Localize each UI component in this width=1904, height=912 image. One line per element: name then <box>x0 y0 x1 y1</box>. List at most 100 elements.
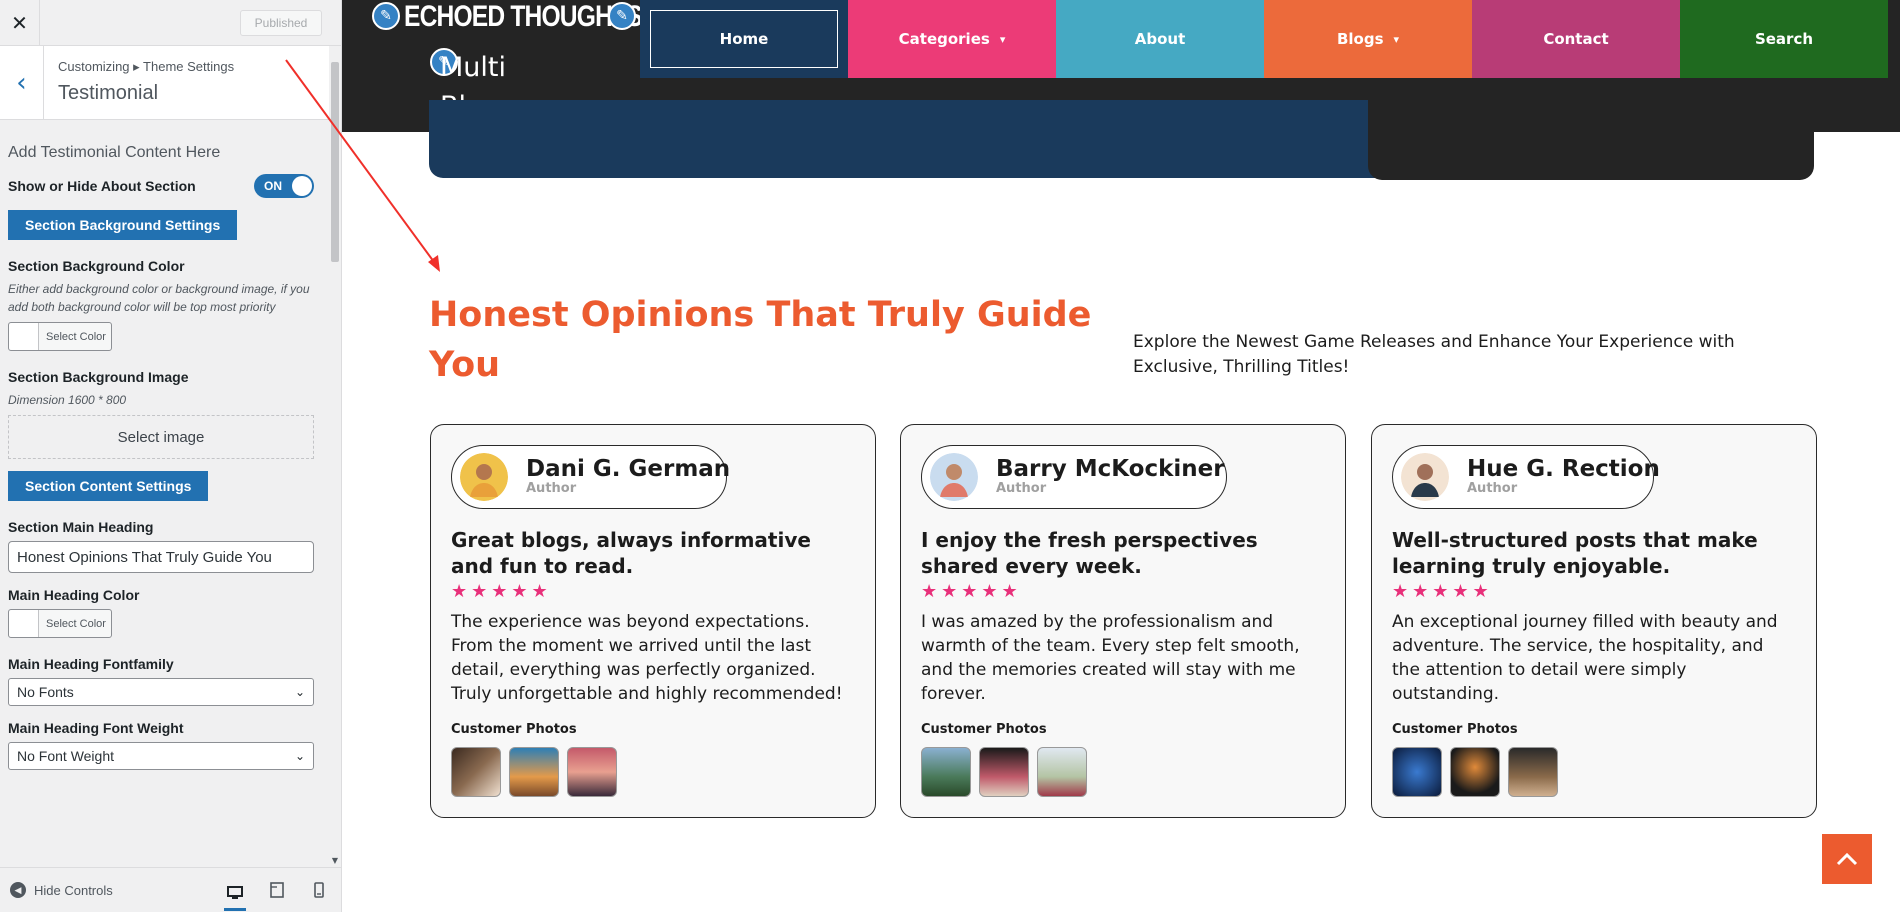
section-background-settings-button[interactable]: Section Background Settings <box>8 210 238 240</box>
edit-nav-pencil-icon[interactable]: ✎ <box>608 2 636 30</box>
nav-item-contact[interactable]: Contact <box>1472 0 1680 78</box>
customer-photo[interactable] <box>1037 747 1087 797</box>
nav-label: About <box>1134 30 1186 48</box>
preview-desktop-button[interactable] <box>224 878 246 911</box>
hide-controls-label: Hide Controls <box>34 882 113 898</box>
main-heading-font-weight-select[interactable]: No Font Weight ⌄ <box>8 742 314 770</box>
testimonial-card: Dani G. German Author Great blogs, alway… <box>430 424 876 818</box>
customer-photos-label: Customer Photos <box>921 722 1047 737</box>
testimonial-heading: Honest Opinions That Truly Guide You <box>429 295 1092 385</box>
nav-item-home[interactable]: Home <box>640 0 848 78</box>
chevron-down-icon: ⌄ <box>294 685 305 699</box>
show-hide-toggle[interactable]: ON <box>254 174 314 198</box>
section-content-settings-button[interactable]: Section Content Settings <box>8 471 209 501</box>
preview-tablet-button[interactable] <box>266 880 288 900</box>
color-swatch <box>9 323 39 350</box>
main-heading-label: Section Main Heading <box>8 519 154 535</box>
customer-photo[interactable] <box>979 747 1029 797</box>
star-rating: ★★★★★ <box>1392 581 1493 602</box>
scroll-down-arrow-icon[interactable]: ▼ <box>331 856 339 866</box>
chevron-left-icon: ‹ <box>16 68 27 98</box>
back-button[interactable]: ‹ <box>0 46 44 120</box>
testimonial-title: Well-structured posts that make learning… <box>1392 528 1758 578</box>
select-value: No Fonts <box>17 684 74 700</box>
desktop-icon <box>227 886 243 899</box>
customer-photo[interactable] <box>1508 747 1558 797</box>
author-role: Author <box>1467 481 1518 496</box>
author-role: Author <box>526 481 577 496</box>
close-customizer-button[interactable]: ✕ <box>0 0 40 45</box>
customer-photo[interactable] <box>1392 747 1442 797</box>
chevron-down-icon: ▾ <box>1393 32 1400 46</box>
customizer-sidebar: ✕ Published ‹ Customizing ▸ Theme Settin… <box>0 0 342 912</box>
customizer-header-bar: ✕ Published <box>0 0 341 46</box>
nav-label: Contact <box>1543 30 1609 48</box>
collapse-icon: ◀ <box>10 882 26 898</box>
testimonial-text: I was amazed by the professionalism and … <box>921 612 1300 704</box>
customer-photo[interactable] <box>1450 747 1500 797</box>
site-title[interactable]: ECHOED THOUGHTS <box>404 0 643 34</box>
nav-label: Search <box>1754 30 1814 48</box>
main-heading-input[interactable]: Honest Opinions That Truly Guide You <box>8 541 314 573</box>
main-navigation: Home Categories ▾ About Blogs ▾ Contact … <box>640 0 1888 78</box>
published-button[interactable]: Published <box>240 10 322 36</box>
intro-text: Add Testimonial Content Here <box>8 144 221 161</box>
nav-item-search[interactable]: Search <box>1680 0 1888 78</box>
avatar <box>1401 453 1449 501</box>
active-border <box>650 10 838 68</box>
color-swatch <box>9 610 39 637</box>
customer-photos-label: Customer Photos <box>1392 722 1518 737</box>
author-name: Hue G. Rection <box>1467 456 1660 482</box>
scrollbar-thumb[interactable] <box>331 62 339 262</box>
bg-color-picker-button[interactable]: Select Color <box>8 322 112 351</box>
preview-mobile-button[interactable] <box>308 880 330 900</box>
avatar <box>930 453 978 501</box>
hide-controls-button[interactable]: ◀ Hide Controls <box>10 882 113 898</box>
customer-photos-label: Customer Photos <box>451 722 577 737</box>
previous-section-card-dark <box>1368 100 1814 180</box>
author-name: Barry McKockiner <box>996 456 1225 482</box>
author-name: Dani G. German <box>526 456 731 482</box>
testimonial-title: Great blogs, always informative and fun … <box>451 528 811 578</box>
main-heading-fontfamily-select[interactable]: No Fonts ⌄ <box>8 678 314 706</box>
customer-photos <box>921 747 1325 797</box>
scroll-to-top-button[interactable] <box>1822 834 1872 884</box>
star-rating: ★★★★★ <box>921 581 1022 602</box>
testimonial-card: Barry McKockiner Author I enjoy the fres… <box>900 424 1346 818</box>
author-pill: Hue G. Rection Author <box>1392 445 1660 509</box>
toggle-knob <box>292 176 312 196</box>
show-hide-row: Show or Hide About Section ON <box>8 174 314 198</box>
author-pill: Dani G. German Author <box>451 445 731 509</box>
bg-image-label: Section Background Image <box>8 369 189 385</box>
customer-photo[interactable] <box>509 747 559 797</box>
nav-label: Blogs <box>1336 30 1384 48</box>
star-rating: ★★★★★ <box>451 581 552 602</box>
site-preview: ECHOED THOUGHTS ✎ ✎ ✎ Multi Blogger Home… <box>342 0 1904 912</box>
edit-site-title-pencil-icon[interactable]: ✎ <box>372 2 400 30</box>
customer-photo[interactable] <box>451 747 501 797</box>
customer-photo[interactable] <box>567 747 617 797</box>
customizer-controls: Add Testimonial Content Here Show or Hid… <box>8 120 314 770</box>
author-role: Author <box>996 481 1047 496</box>
customer-photo[interactable] <box>921 747 971 797</box>
toggle-state-text: ON <box>264 179 282 193</box>
chevron-down-icon: ▾ <box>999 32 1006 46</box>
sidebar-scrollbar[interactable]: ▼ <box>329 46 341 866</box>
main-heading-color-picker-button[interactable]: Select Color <box>8 609 112 638</box>
select-image-button[interactable]: Select image <box>8 415 314 459</box>
avatar <box>460 453 508 501</box>
testimonial-text: An exceptional journey filled with beaut… <box>1392 612 1778 704</box>
testimonial-card: Hue G. Rection Author Well-structured po… <box>1371 424 1817 818</box>
main-heading-fontfamily-label: Main Heading Fontfamily <box>8 656 174 672</box>
nav-label: Categories <box>898 30 990 48</box>
nav-item-about[interactable]: About <box>1056 0 1264 78</box>
chevron-up-icon <box>1836 852 1858 866</box>
nav-item-categories[interactable]: Categories ▾ <box>848 0 1056 78</box>
tablet-icon <box>270 882 284 898</box>
customer-photos <box>451 747 855 797</box>
nav-item-blogs[interactable]: Blogs ▾ <box>1264 0 1472 78</box>
testimonial-subheading: Explore the Newest Game Releases and Enh… <box>1133 332 1735 377</box>
bg-color-label: Section Background Color <box>8 258 185 274</box>
main-heading-color-label: Main Heading Color <box>8 587 140 603</box>
show-hide-label: Show or Hide About Section <box>8 178 196 194</box>
